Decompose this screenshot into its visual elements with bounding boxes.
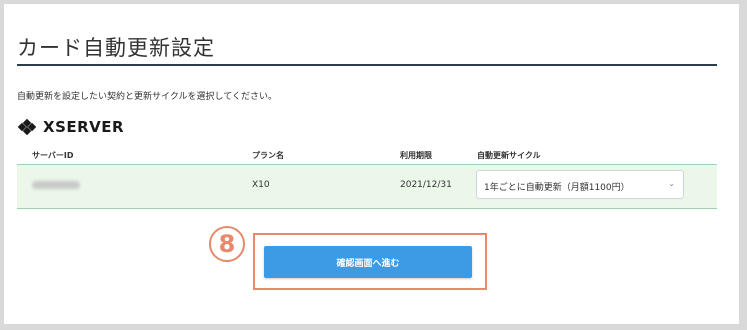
step-number-badge: 8 — [209, 226, 245, 262]
header-expiry: 利用期限 — [400, 151, 432, 160]
server-id-redacted — [32, 181, 80, 189]
renewal-cycle-select[interactable]: 1年ごとに自動更新（月額1100円） ⌄ — [476, 170, 684, 199]
chevron-down-icon: ⌄ — [668, 179, 675, 188]
logo-text: XSERVER — [43, 118, 125, 136]
xserver-logo: XSERVER — [17, 118, 124, 136]
cell-plan: X10 — [252, 180, 270, 190]
page-description: 自動更新を設定したい契約と更新サイクルを選択してください。 — [17, 92, 278, 102]
header-renewal-cycle: 自動更新サイクル — [477, 151, 541, 160]
renewal-cycle-value: 1年ごとに自動更新（月額1100円） — [484, 183, 630, 193]
page-title: カード自動更新設定 — [17, 36, 215, 60]
confirm-button[interactable]: 確認画面へ進む — [264, 246, 472, 278]
title-divider — [17, 64, 717, 66]
header-plan-name: プラン名 — [252, 151, 284, 160]
cell-expiry: 2021/12/31 — [400, 180, 452, 190]
logo-diamond-icon — [17, 118, 39, 136]
header-server-id: サーバーID — [32, 151, 74, 160]
